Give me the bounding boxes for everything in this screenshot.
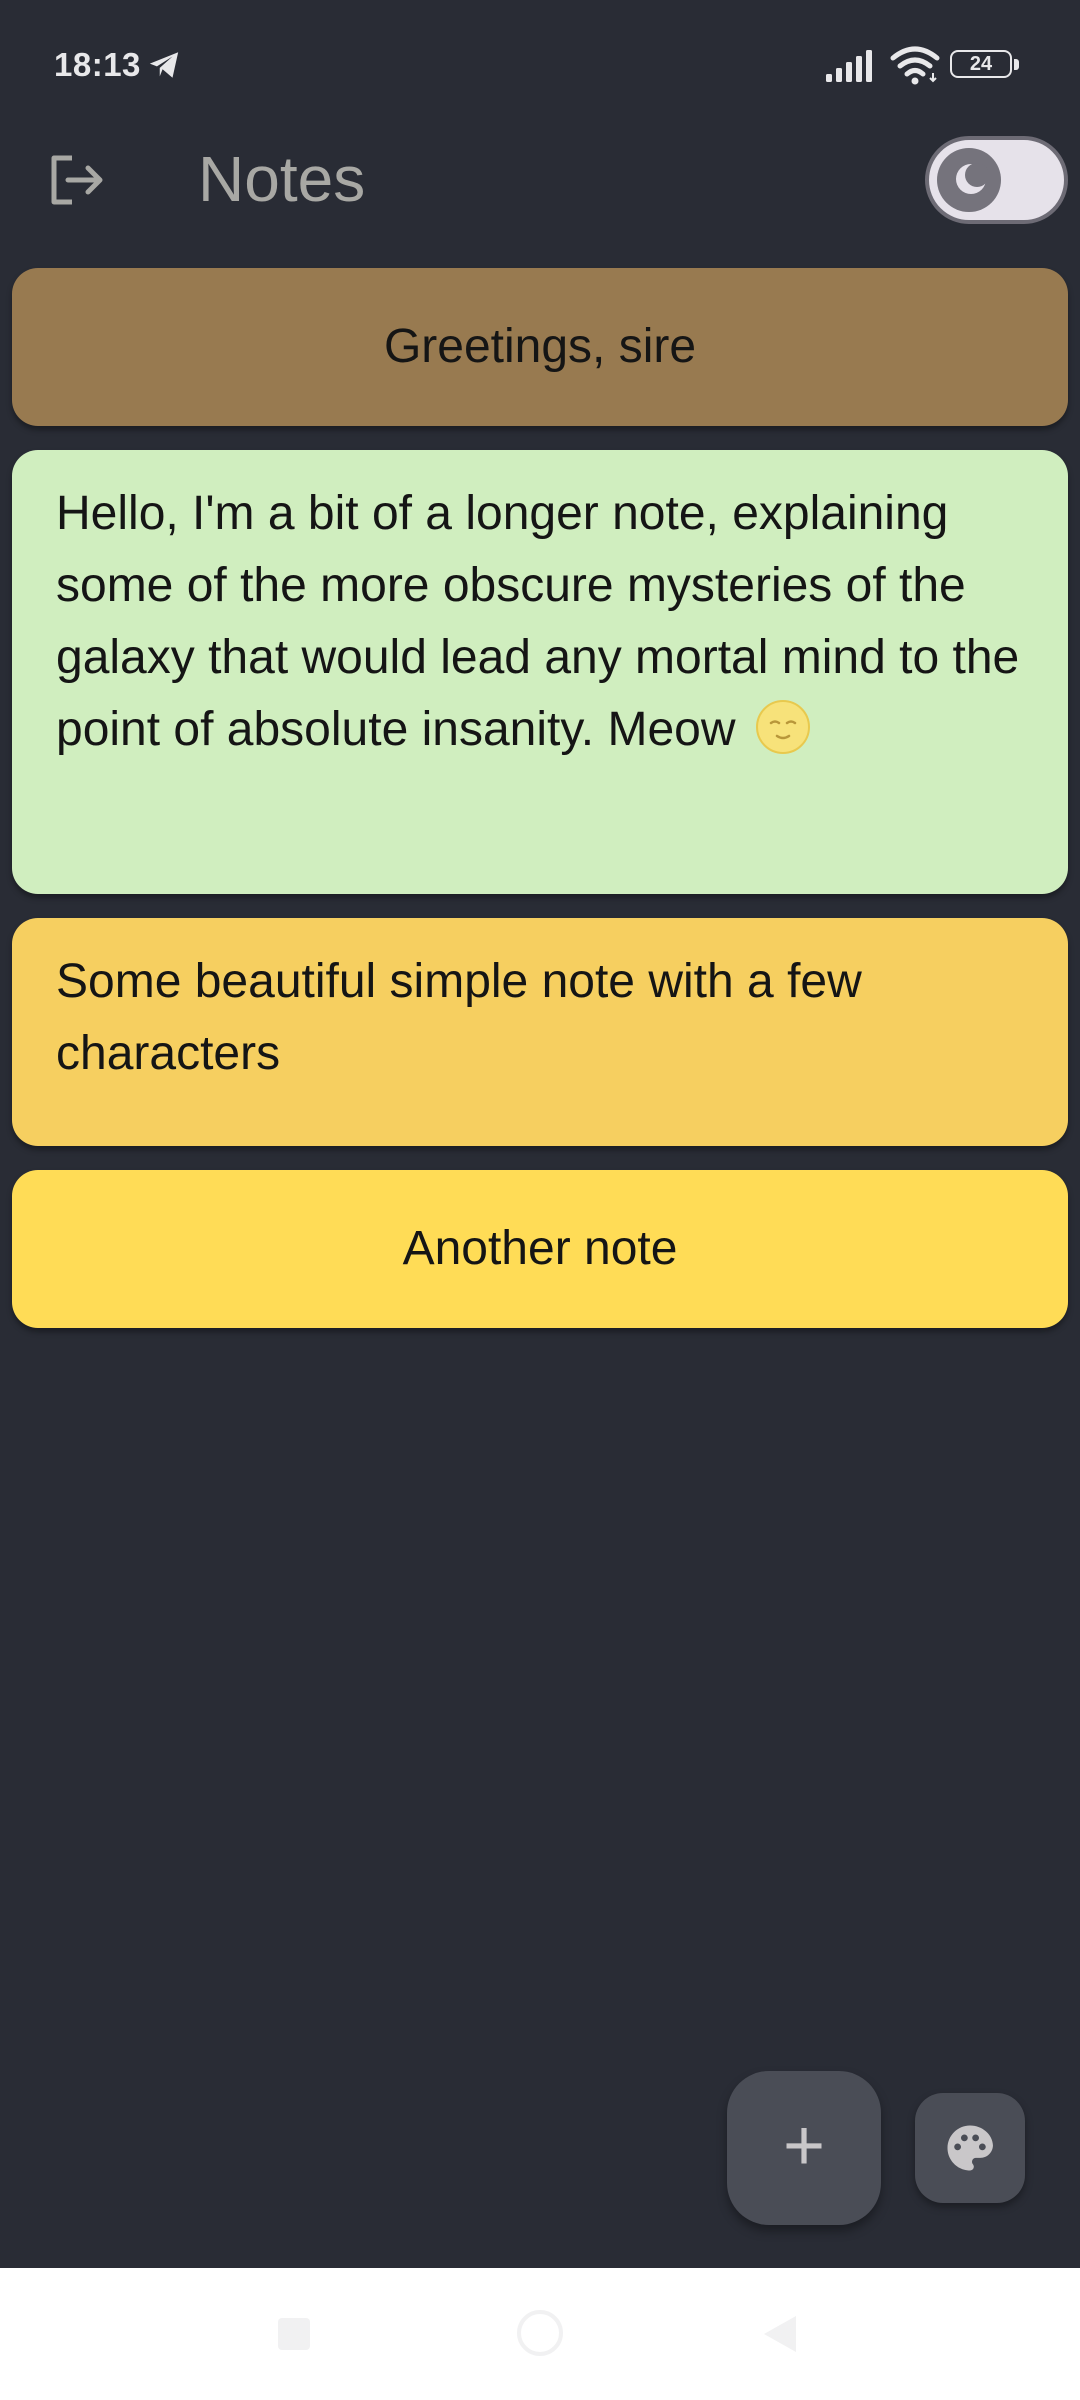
wifi-icon [890, 46, 940, 85]
signal-icon [826, 50, 872, 82]
add-note-button[interactable]: + [727, 2071, 881, 2225]
logout-icon[interactable] [46, 150, 106, 210]
plus-icon: + [782, 2106, 826, 2186]
moon-icon [956, 163, 988, 194]
note-card[interactable]: Greetings, sire [12, 268, 1068, 426]
status-bar: 18:13 24 [0, 0, 1080, 130]
toggle-knob [937, 148, 1001, 212]
palette-icon [947, 2125, 993, 2171]
palette-button[interactable] [915, 2093, 1025, 2203]
note-text: Some beautiful simple note with a few ch… [56, 955, 862, 1080]
system-nav-bar [0, 2268, 1080, 2400]
battery-icon: 24 [950, 50, 1022, 82]
page-title: Notes [198, 143, 366, 215]
back-button[interactable] [762, 2314, 798, 2354]
home-button[interactable] [517, 2310, 563, 2356]
recents-button[interactable] [278, 2318, 310, 2350]
moon-face-emoji-icon [755, 700, 810, 754]
note-text: Another note [402, 1222, 678, 1275]
note-card[interactable]: Hello, I'm a bit of a longer note, expla… [12, 450, 1068, 894]
battery-level: 24 [969, 53, 993, 75]
note-card[interactable]: Some beautiful simple note with a few ch… [12, 918, 1068, 1146]
theme-toggle[interactable] [925, 136, 1068, 224]
status-time: 18:13 [54, 46, 141, 83]
note-text: Greetings, sire [383, 320, 697, 373]
note-card[interactable]: Another note [12, 1170, 1068, 1328]
app-bar [0, 130, 1080, 260]
note-text: Hello, I'm a bit of a longer note, expla… [56, 487, 1020, 756]
telegram-icon [149, 52, 179, 78]
